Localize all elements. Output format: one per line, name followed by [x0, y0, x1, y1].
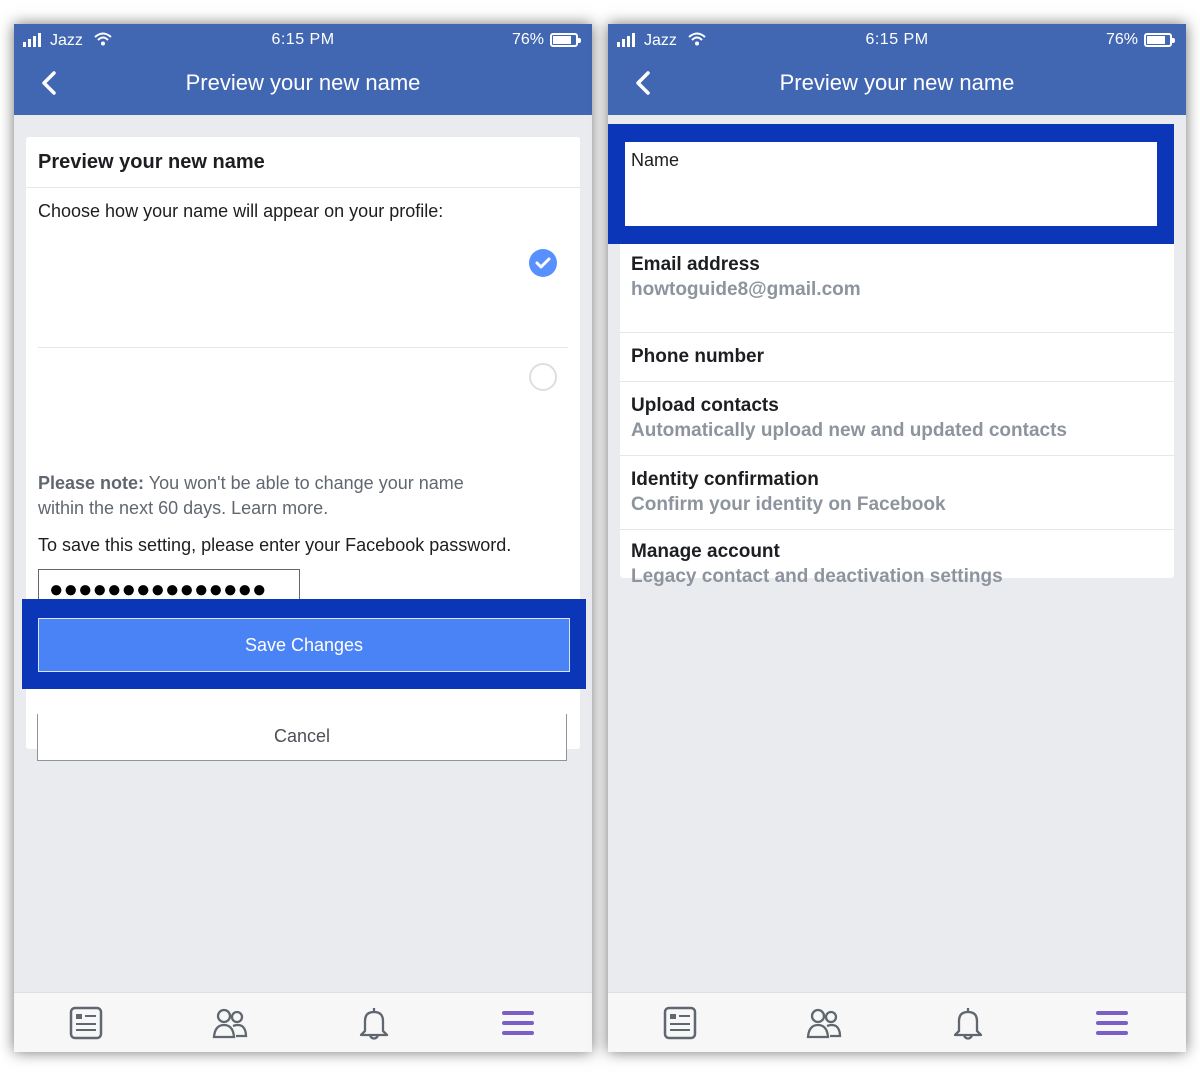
news-feed-icon[interactable] [662, 1005, 702, 1041]
note-text: You won't be able to change your name [148, 473, 464, 493]
tab-bar [14, 992, 592, 1052]
row-title: Email address [631, 254, 760, 275]
note-line-2: within the next 60 days. Learn more. [38, 498, 328, 519]
phone-screen-left: Jazz 6:15 PM 76% Preview your new name P… [14, 24, 592, 1052]
radio-selected-icon[interactable] [529, 249, 557, 277]
status-time: 6:15 PM [865, 31, 929, 48]
row-subtitle: Confirm your identity on Facebook [631, 494, 946, 515]
note-line-1: Please note: You won't be able to change… [38, 473, 464, 494]
navigation-header: Jazz 6:15 PM 76% Preview your new name [14, 24, 592, 115]
battery-icon [1144, 33, 1175, 47]
card-title: Preview your new name [38, 151, 265, 173]
row-subtitle: howtoguide8@gmail.com [631, 279, 861, 300]
note-label: Please note: [38, 473, 145, 493]
battery-icon [550, 33, 581, 47]
option-divider [38, 347, 568, 348]
row-title: Upload contacts [631, 395, 779, 416]
settings-row-phone[interactable]: Phone number [620, 333, 1174, 381]
row-title: Manage account [631, 541, 780, 562]
name-option-1[interactable] [26, 229, 580, 345]
settings-row-name[interactable]: Name [625, 142, 1157, 226]
phone-screen-right: Jazz 6:15 PM 76% Preview your new name E… [608, 24, 1186, 1052]
name-option-2[interactable] [26, 349, 580, 461]
battery-percent: 76% [511, 31, 544, 48]
cancel-button[interactable]: Cancel [37, 714, 567, 761]
status-bar: Jazz 6:15 PM 76% [608, 24, 1186, 56]
battery-percent: 76% [1105, 31, 1138, 48]
status-time: 6:15 PM [271, 31, 335, 48]
friends-icon[interactable] [212, 1005, 252, 1041]
header-title: Preview your new name [779, 70, 1015, 95]
settings-row-upload-contacts[interactable]: Upload contacts Automatically upload new… [620, 382, 1174, 455]
learn-more-link[interactable]: Learn more. [231, 498, 328, 518]
name-label: Name [631, 150, 680, 170]
friends-icon[interactable] [806, 1005, 846, 1041]
save-changes-button[interactable]: Save Changes [38, 618, 570, 672]
notifications-icon[interactable] [950, 1005, 990, 1041]
settings-row-identity[interactable]: Identity confirmation Confirm your ident… [620, 456, 1174, 529]
row-subtitle: Legacy contact and deactivation settings [631, 566, 1003, 587]
instruction-text: Choose how your name will appear on your… [38, 201, 444, 221]
settings-row-manage-account[interactable]: Manage account Legacy contact and deacti… [620, 530, 1174, 587]
row-subtitle: Automatically upload new and updated con… [631, 420, 1067, 441]
divider [26, 187, 580, 188]
menu-icon[interactable] [1094, 1005, 1134, 1041]
radio-unselected-icon[interactable] [529, 363, 557, 391]
notifications-icon[interactable] [356, 1005, 396, 1041]
name-highlight-box: Name [608, 124, 1174, 244]
tab-bar [608, 992, 1186, 1052]
note-text-2: within the next 60 days. [38, 498, 227, 518]
news-feed-icon[interactable] [68, 1005, 108, 1041]
row-title: Phone number [631, 346, 765, 367]
status-bar: Jazz 6:15 PM 76% [14, 24, 592, 56]
settings-row-email[interactable]: Email address howtoguide8@gmail.com [620, 246, 1174, 320]
menu-icon[interactable] [500, 1005, 540, 1041]
password-prompt: To save this setting, please enter your … [38, 535, 512, 555]
header-title: Preview your new name [185, 70, 421, 95]
navigation-header: Jazz 6:15 PM 76% Preview your new name [608, 24, 1186, 115]
save-highlight-box: Save Changes [22, 599, 586, 689]
row-title: Identity confirmation [631, 469, 819, 490]
